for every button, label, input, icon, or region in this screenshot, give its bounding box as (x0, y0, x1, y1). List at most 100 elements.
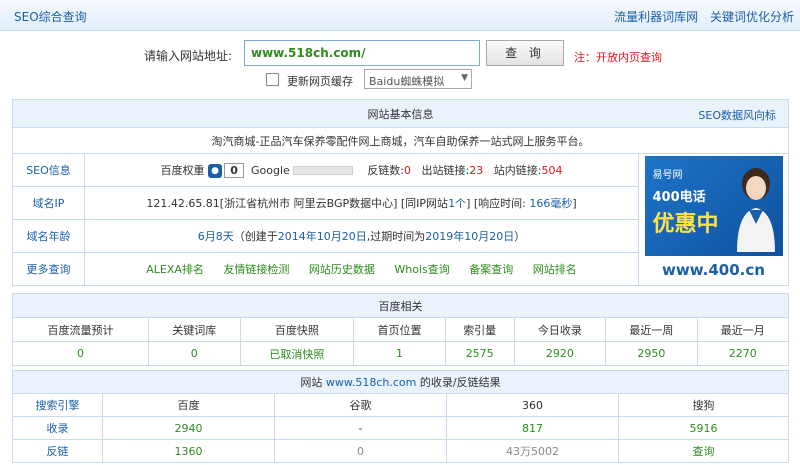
friend-link-check-link[interactable]: 友情链接检测 (223, 263, 289, 276)
baidu-value[interactable]: 已取消快照 (239, 341, 355, 366)
baidu-col: 今日收录 (513, 317, 607, 342)
baidu-value[interactable]: 2575 (444, 341, 515, 366)
360-backlinks: 43万5002 (446, 439, 619, 463)
engine-col: 百度 (102, 393, 275, 417)
seo-trend-link[interactable]: SEO数据风向标 (698, 107, 776, 123)
ad-line1: 400电话 (652, 189, 706, 205)
same-ip-count[interactable]: 1个 (448, 197, 466, 210)
sogou-backlinks-query-link[interactable]: 查询 (618, 439, 789, 463)
baidu-values: 0 0 已取消快照 1 2575 2920 2950 2270 (11, 341, 790, 366)
ad-banner[interactable]: 易号网 400电话 优惠中 www.400.cn (644, 155, 783, 284)
domain-ip-label: 域名IP (12, 186, 85, 220)
outlinks-value[interactable]: 23 (469, 164, 483, 177)
sogou-index[interactable]: 5916 (618, 416, 789, 440)
index-heading-post: 的收录/反链结果 (419, 376, 501, 389)
baidu-value[interactable]: 1 (353, 341, 446, 366)
age-text3: ） (514, 230, 526, 243)
age-text2: ,过期时间为 (366, 230, 426, 243)
outlinks-label: 出站链接: (421, 163, 470, 177)
baidu-value[interactable]: 2270 (696, 341, 790, 366)
index-heading: 网站 www.518ch.com 的收录/反链结果 (12, 370, 789, 394)
inlinks-value[interactable]: 504 (541, 164, 562, 177)
backlinks-value[interactable]: 0 (404, 164, 411, 177)
baidu-value[interactable]: 0 (148, 341, 241, 366)
engine-col: 搜狗 (618, 393, 789, 417)
more-query-label: 更多查询 (12, 252, 85, 286)
baidu-col: 最近一周 (605, 317, 698, 342)
more-query-links: ALEXA排名 友情链接检测 网站历史数据 Whois查询 备案查询 网站排名 (84, 252, 639, 286)
site-info-table: 网站基本信息 SEO数据风向标 淘汽商城-正品汽车保养零配件网上商城，汽车自助保… (12, 99, 789, 286)
baidu-columns: 百度流量预计 关键词库 百度快照 首页位置 索引量 今日收录 最近一周 最近一月 (11, 317, 790, 342)
engine-col: 谷歌 (274, 393, 447, 417)
site-rank-link[interactable]: 网站排名 (533, 263, 577, 276)
ad-brand: 易号网 (652, 169, 683, 181)
ip-close: ] (572, 197, 577, 210)
url-label: 请输入网站地址: (144, 49, 233, 63)
baidu-col: 百度流量预计 (11, 317, 150, 342)
expire-date: 2019年10月20日 (425, 230, 515, 243)
baidu-heading: 百度相关 (12, 293, 789, 318)
domain-ip-values: 121.42.65.81[浙江省杭州市 阿里云BGP数据中心] [同IP网站1个… (84, 186, 639, 220)
url-input[interactable]: www.518ch.com/ (244, 40, 480, 66)
query-area: 请输入网站地址: www.518ch.com/ 查 询 注：开放内页查询 更新网… (0, 34, 800, 96)
spider-select-value: Baidu蜘蛛模拟 (369, 75, 445, 88)
360-index[interactable]: 817 (446, 416, 619, 440)
google-index: - (274, 416, 447, 440)
table-row: 收录 2940 - 817 5916 (12, 416, 789, 440)
baidu-value[interactable]: 2920 (513, 341, 607, 366)
whois-link[interactable]: Whois查询 (394, 263, 449, 276)
response-label: ] [响应时间: (466, 197, 526, 210)
ad-cell: 易号网 400电话 优惠中 www.400.cn (638, 153, 789, 286)
baidu-col: 百度快照 (239, 317, 355, 342)
top-links: 流量利器词库网 关键词优化分析 (606, 8, 794, 25)
google-label: Google (251, 163, 290, 177)
engine-col: 搜索引擎 (12, 393, 103, 417)
icp-link[interactable]: 备案查询 (469, 263, 513, 276)
baidu-value[interactable]: 0 (11, 341, 150, 366)
query-button[interactable]: 查 询 (486, 40, 564, 66)
spider-select[interactable]: Baidu蜘蛛模拟 ▼ (364, 69, 472, 89)
index-columns: 搜索引擎 百度 谷歌 360 搜狗 (12, 393, 789, 417)
created-date: 2014年10月20日 (277, 230, 367, 243)
google-backlinks: 0 (274, 439, 447, 463)
index-heading-url[interactable]: www.518ch.com (326, 376, 416, 389)
site-description: 淘汽商城-正品汽车保养零配件网上商城，汽车自助保养一站式网上服务平台。 (12, 127, 789, 154)
baidu-table: 百度相关 百度流量预计 关键词库 百度快照 首页位置 索引量 今日收录 最近一周… (11, 293, 790, 366)
baidu-col: 首页位置 (353, 317, 446, 342)
site-info-header: 网站基本信息 SEO数据风向标 (12, 99, 789, 128)
baidu-backlinks[interactable]: 1360 (102, 439, 275, 463)
keyword-library-link[interactable]: 流量利器词库网 (614, 10, 698, 24)
backlinks-label: 反链数: (367, 163, 405, 177)
row-label: 反链 (12, 439, 103, 463)
age-text1: （创建于 (233, 230, 278, 243)
baidu-index[interactable]: 2940 (102, 416, 275, 440)
index-backlink-table: 网站 www.518ch.com 的收录/反链结果 搜索引擎 百度 谷歌 360… (12, 370, 789, 463)
response-time: 166毫秒 (529, 197, 573, 210)
ip-text: 121.42.65.81[浙江省杭州市 阿里云BGP数据中心] [同IP网站 (146, 197, 449, 210)
history-data-link[interactable]: 网站历史数据 (309, 263, 375, 276)
seo-info-values: 百度权重 ● 0 Google 反链数:0 出站链接:23 站内链接:504 (84, 153, 639, 187)
ad-footer-url: www.400.cn (644, 255, 783, 284)
domain-age: 6月8天 (197, 230, 234, 243)
baidu-col: 索引量 (444, 317, 515, 342)
ad-line2: 优惠中 (652, 211, 719, 237)
row-label: 收录 (12, 416, 103, 440)
engine-col: 360 (446, 393, 619, 417)
table-row: 反链 1360 0 43万5002 查询 (12, 439, 789, 463)
alexa-link[interactable]: ALEXA排名 (146, 263, 204, 276)
baidu-weight-label: 百度权重 (160, 163, 205, 177)
inlinks-label: 站内链接: (493, 163, 542, 177)
baidu-paw-icon: ● (208, 163, 223, 178)
update-cache-checkbox[interactable] (266, 73, 279, 86)
google-pr-bar (293, 166, 354, 176)
baidu-col: 关键词库 (148, 317, 241, 342)
domain-age-values: 6月8天（创建于2014年10月20日,过期时间为2019年10月20日） (84, 219, 639, 253)
baidu-col: 最近一月 (696, 317, 790, 342)
site-title-link[interactable]: SEO综合查询 (14, 8, 87, 25)
baidu-weight-value[interactable]: 0 (224, 163, 245, 179)
keyword-optimization-link[interactable]: 关键词优化分析 (710, 10, 794, 24)
ad-person-image (736, 167, 775, 252)
site-info-heading: 网站基本信息 (367, 107, 434, 121)
inner-page-note: 注：开放内页查询 (574, 51, 662, 64)
baidu-value[interactable]: 2950 (605, 341, 698, 366)
